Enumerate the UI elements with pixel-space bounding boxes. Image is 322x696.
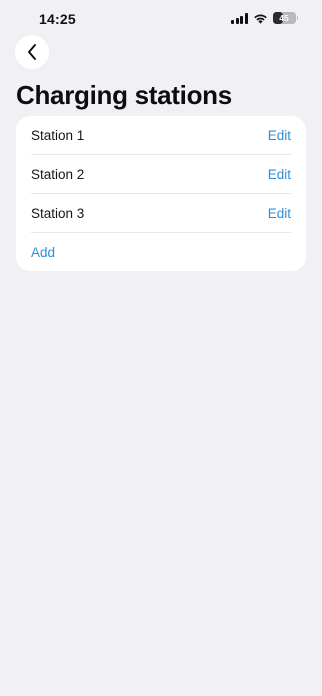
list-item: Station 1 Edit: [16, 116, 306, 155]
battery-icon: 45: [272, 12, 296, 24]
chevron-left-icon: [28, 44, 36, 60]
page-title: Charging stations: [16, 80, 232, 110]
edit-station-2-button[interactable]: Edit: [268, 167, 291, 182]
charging-stations-screen: 14:25 45 Charging stations Station 1 Edi…: [0, 0, 322, 696]
status-time: 14:25: [39, 11, 76, 27]
add-row: Add: [16, 233, 306, 271]
stations-list: Station 1 Edit Station 2 Edit Station 3 …: [16, 116, 306, 271]
battery-cap: [296, 16, 298, 20]
edit-station-1-button[interactable]: Edit: [268, 128, 291, 143]
add-station-button[interactable]: Add: [31, 245, 55, 260]
list-item: Station 2 Edit: [16, 155, 306, 194]
back-button[interactable]: [15, 35, 49, 69]
list-item: Station 3 Edit: [16, 194, 306, 233]
status-bar: 14:25 45: [0, 0, 322, 38]
station-name: Station 1: [31, 128, 85, 143]
station-name: Station 3: [31, 206, 85, 221]
station-name: Station 2: [31, 167, 85, 182]
edit-station-3-button[interactable]: Edit: [268, 206, 291, 221]
cellular-signal-icon: [231, 13, 248, 24]
wifi-icon: [253, 13, 268, 24]
battery-indicator: 45: [272, 12, 298, 24]
status-icons: 45: [231, 12, 298, 24]
battery-level: 45: [279, 12, 289, 23]
